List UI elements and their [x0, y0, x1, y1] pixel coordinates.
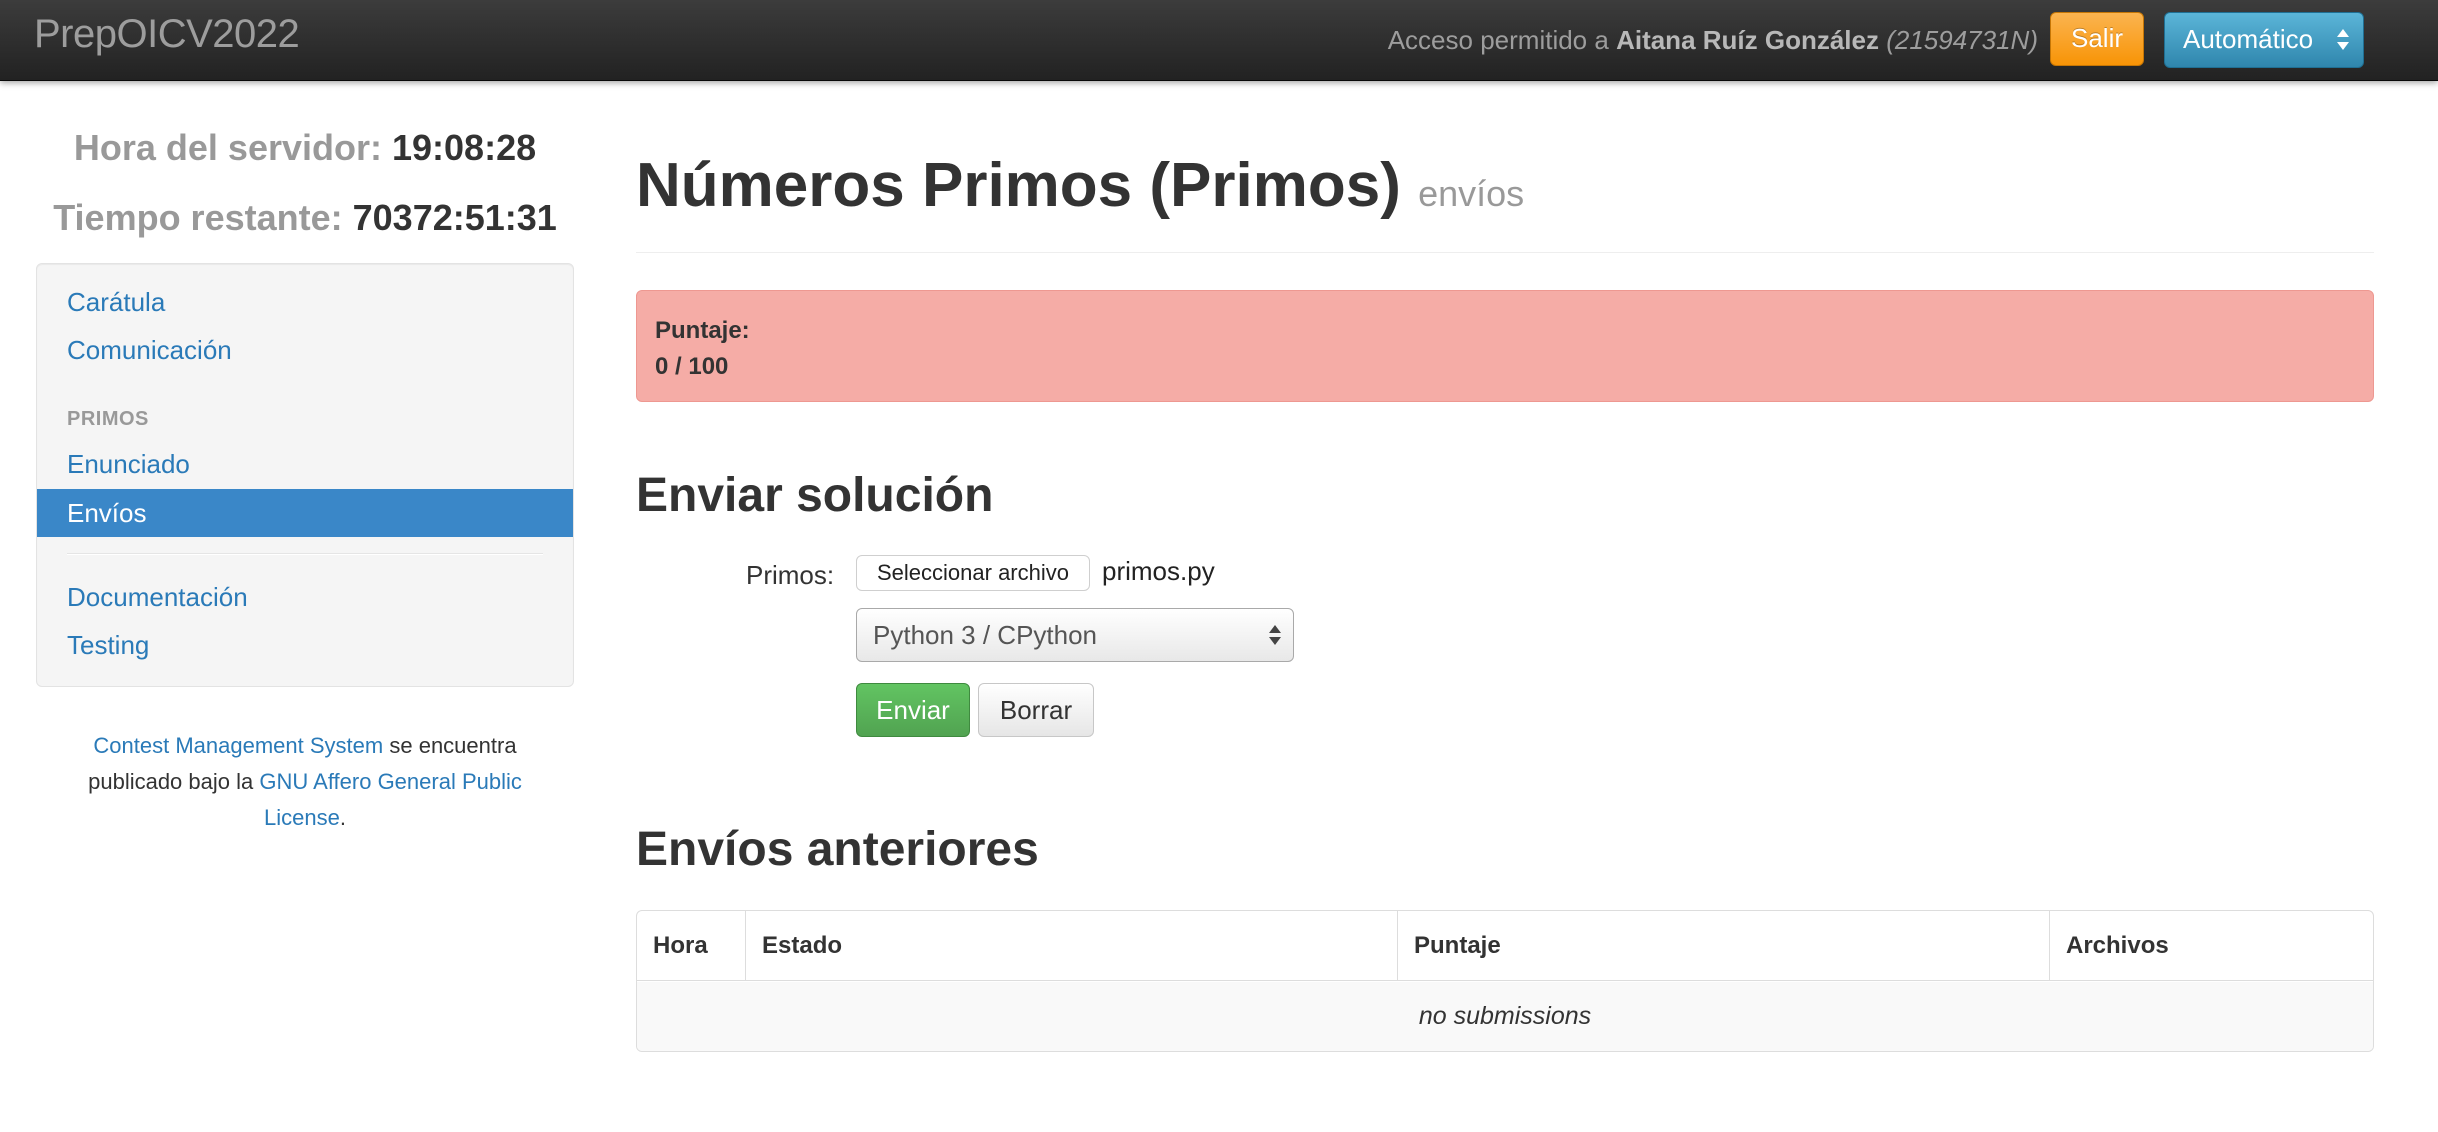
submit-button[interactable]: Enviar [856, 683, 970, 737]
sidebar-section-header: PRIMOS [67, 408, 149, 430]
submission-language-value: Python 3 / CPython [873, 620, 1098, 650]
table-empty-row: no submissions [637, 982, 2373, 1051]
remaining-time-value: 70372:51:31 [352, 197, 557, 238]
cms-link[interactable]: Contest Management System [93, 733, 383, 758]
page-title: Números Primos (Primos) envíos [636, 150, 1524, 221]
remaining-time: Tiempo restante: 70372:51:31 [36, 197, 574, 239]
agpl-link[interactable]: GNU Affero General Public License [259, 769, 522, 830]
select-arrows-icon [1269, 623, 1281, 649]
sidebar-item-enunciado[interactable]: Enunciado [37, 440, 573, 488]
sidebar-item-documentacion[interactable]: Documentación [37, 573, 573, 621]
license-period: . [339, 805, 346, 830]
column-header: Archivos [2049, 911, 2373, 981]
table-header: Hora Estado Puntaje Archivos [637, 911, 2373, 981]
server-time-label: Hora del servidor: [73, 127, 382, 168]
user-name: Aitana Ruíz González [1616, 25, 1879, 55]
sidebar-item-caratula[interactable]: Carátula [37, 278, 573, 326]
submissions-table: Hora Estado Puntaje Archivos no submissi… [636, 910, 2374, 1052]
brand-logo[interactable]: PrepOICV2022 [34, 12, 300, 57]
column-header: Puntaje [1397, 911, 2049, 981]
sidebar-divider [67, 553, 543, 555]
remaining-time-label: Tiempo restante: [53, 197, 343, 238]
submission-language-select[interactable]: Python 3 / CPython [856, 608, 1294, 662]
sidebar-item-comunicacion[interactable]: Comunicación [37, 326, 573, 374]
score-alert: Puntaje: 0 / 100 [636, 290, 2374, 402]
reset-button[interactable]: Borrar [978, 683, 1094, 737]
sidebar-item-testing[interactable]: Testing [37, 621, 573, 669]
license-note: Contest Management System se encuentra p… [60, 728, 550, 836]
logout-button[interactable]: Salir [2050, 12, 2144, 66]
file-label: Primos: [746, 560, 835, 590]
page-subtitle: envíos [1418, 173, 1525, 214]
previous-submissions-heading: Envíos anteriores [636, 823, 1039, 876]
submit-heading: Enviar solución [636, 469, 994, 522]
selected-file-name: primos.py [1102, 556, 1215, 586]
language-select[interactable]: Automático [2164, 12, 2364, 68]
access-status: Acceso permitido a Aitana Ruíz González … [1388, 25, 2038, 56]
column-header: Estado [745, 911, 1397, 981]
select-arrows-icon [2337, 25, 2349, 55]
sidebar-item-envios[interactable]: Envíos [37, 489, 573, 537]
user-id: (21594731N) [1886, 25, 2038, 55]
score-label: Puntaje: [655, 317, 750, 344]
title-divider [636, 252, 2374, 253]
server-time: Hora del servidor: 19:08:28 [36, 127, 574, 169]
server-time-value: 19:08:28 [392, 127, 537, 168]
score-value: 0 / 100 [655, 353, 729, 380]
language-select-value: Automático [2183, 24, 2314, 54]
column-header: Hora [653, 932, 708, 959]
choose-file-button[interactable]: Seleccionar archivo [856, 555, 1090, 591]
sidebar-nav: Carátula Comunicación PRIMOS Enunciado E… [36, 263, 574, 687]
access-prefix: Acceso permitido a [1387, 25, 1609, 55]
top-navbar: PrepOICV2022 Acceso permitido a Aitana R… [0, 0, 2438, 81]
task-title: Números Primos (Primos) [636, 151, 1401, 220]
